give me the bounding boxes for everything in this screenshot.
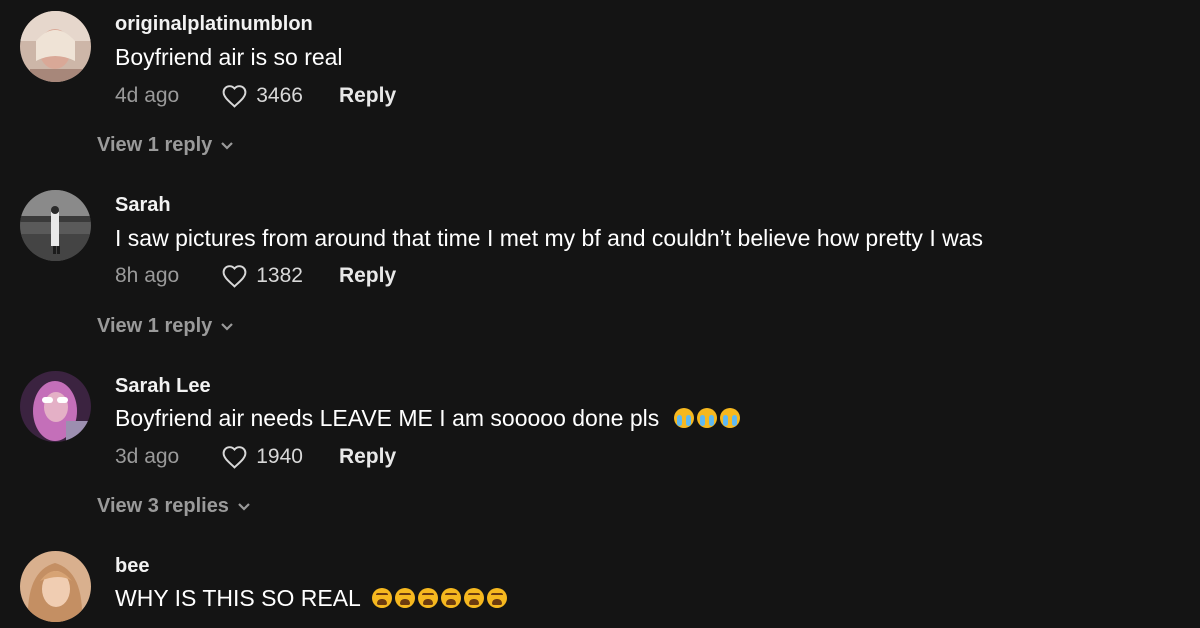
view-replies-button[interactable]: View 1 reply — [97, 134, 234, 157]
comment-text: WHY IS THIS SO REAL — [115, 585, 508, 612]
avatar[interactable] — [20, 371, 91, 442]
chevron-down-icon — [221, 141, 234, 150]
weary-face-icon — [372, 588, 393, 608]
loudly-crying-face-icon — [673, 408, 694, 428]
comment-meta: 3d ago 1940 Reply — [115, 443, 396, 471]
comment-text: Boyfriend air needs LEAVE ME I am sooooo… — [115, 405, 740, 432]
weary-face-icon — [441, 588, 462, 608]
view-replies-label: View 1 reply — [97, 134, 213, 156]
comment-time: 8h ago — [115, 264, 180, 287]
comment-text-content: WHY IS THIS SO REAL — [115, 585, 360, 611]
view-replies-label: View 3 replies — [97, 495, 229, 517]
chevron-down-icon — [221, 322, 234, 331]
comment-username[interactable]: Sarah — [115, 194, 171, 217]
heart-icon — [222, 265, 247, 288]
like-button[interactable]: 3466 — [221, 84, 303, 108]
like-count: 3466 — [256, 84, 303, 107]
comment-meta: 8h ago 1382 Reply — [115, 262, 396, 290]
reply-button[interactable]: Reply — [339, 264, 396, 288]
reply-button[interactable]: Reply — [339, 84, 396, 108]
comment-text: I saw pictures from around that time I m… — [115, 225, 984, 251]
chevron-down-icon — [238, 502, 250, 511]
reply-button[interactable]: Reply — [339, 445, 396, 469]
weary-face-icon — [395, 588, 416, 608]
comment-text: Boyfriend air is so real — [115, 44, 343, 70]
weary-face-icon — [464, 588, 485, 608]
comment-time: 3d ago — [115, 445, 180, 468]
comment-username[interactable]: bee — [115, 555, 149, 578]
comment-time: 4d ago — [115, 84, 180, 107]
like-count: 1382 — [256, 264, 303, 287]
loudly-crying-face-icon — [719, 408, 740, 428]
avatar[interactable] — [20, 551, 91, 622]
view-replies-button[interactable]: View 3 replies — [97, 495, 251, 518]
view-replies-label: View 1 reply — [97, 315, 213, 337]
avatar[interactable] — [20, 11, 91, 82]
comment-username[interactable]: originalplatinumblon — [115, 13, 313, 36]
heart-icon — [222, 85, 247, 108]
comment-meta: 4d ago 3466 Reply — [115, 82, 396, 110]
loudly-crying-face-icon — [696, 408, 717, 428]
weary-face-icon — [487, 588, 508, 608]
comment-username[interactable]: Sarah Lee — [115, 375, 211, 398]
view-replies-button[interactable]: View 1 reply — [97, 315, 234, 338]
like-button[interactable]: 1940 — [221, 445, 303, 469]
like-button[interactable]: 1382 — [221, 264, 303, 288]
weary-face-icon — [418, 588, 439, 608]
avatar[interactable] — [20, 190, 91, 261]
comment-text-content: Boyfriend air needs LEAVE ME I am sooooo… — [115, 405, 660, 431]
like-count: 1940 — [256, 445, 303, 468]
heart-icon — [222, 446, 247, 469]
